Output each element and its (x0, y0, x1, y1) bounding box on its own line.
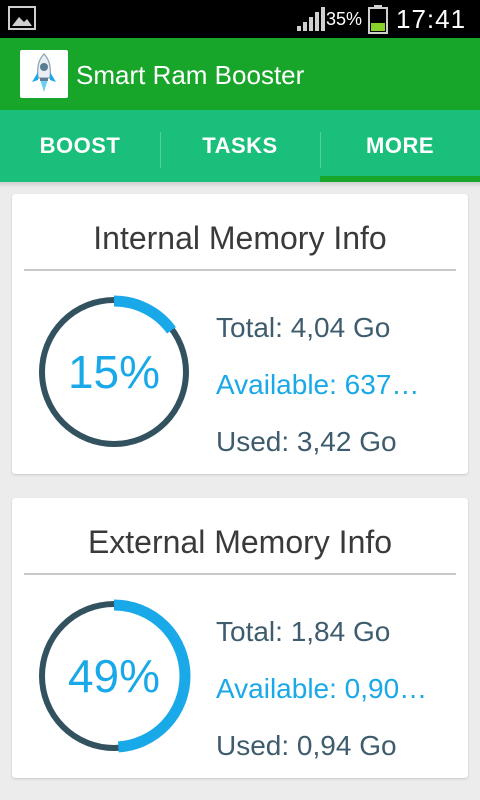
external-memory-card: External Memory Info 49% Total: 1,84 Go … (12, 498, 468, 778)
internal-memory-percent: 15% (67, 346, 161, 398)
tab-boost[interactable]: BOOST (0, 110, 160, 182)
clock: 17:41 (396, 4, 467, 34)
internal-available: Available: 637… (216, 369, 420, 400)
app-title: Smart Ram Booster (76, 60, 305, 90)
divider (24, 573, 456, 575)
battery-percent: 35% (326, 9, 363, 29)
internal-total: Total: 4,04 Go (216, 312, 391, 343)
tab-shadow (0, 182, 480, 188)
divider (24, 269, 456, 271)
app-logo (20, 50, 68, 98)
external-memory-percent: 49% (67, 650, 161, 702)
battery-icon (368, 5, 388, 34)
rocket-icon (32, 53, 56, 92)
tab-more[interactable]: MORE (320, 110, 480, 182)
tab-bar: BOOST TASKS MORE (0, 110, 480, 182)
internal-memory-title: Internal Memory Info (93, 220, 387, 256)
internal-memory-gauge: 15% (36, 294, 192, 450)
signal-icon (297, 7, 325, 31)
external-memory-gauge: 49% (36, 598, 192, 754)
app-bar: Smart Ram Booster (0, 38, 480, 110)
status-bar: 35% 17:41 (0, 0, 480, 38)
internal-used: Used: 3,42 Go (216, 426, 397, 457)
external-available: Available: 0,90… (216, 673, 428, 704)
external-total: Total: 1,84 Go (216, 616, 391, 647)
internal-memory-card: Internal Memory Info 15% Total: 4,04 Go … (12, 194, 468, 474)
external-used: Used: 0,94 Go (216, 730, 397, 761)
tab-tasks[interactable]: TASKS (160, 110, 320, 182)
gallery-icon (8, 6, 36, 30)
external-memory-title: External Memory Info (87, 524, 393, 560)
